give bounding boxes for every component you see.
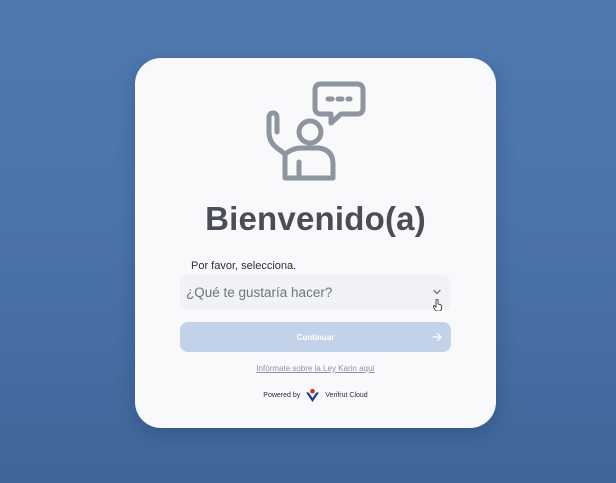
hand-cursor-icon — [433, 299, 442, 311]
action-select[interactable]: ¿Qué te gustaría hacer? — [180, 275, 450, 310]
verifrut-logo-icon — [306, 388, 320, 402]
person-speaking-icon — [266, 81, 366, 181]
select-placeholder: ¿Qué te gustaría hacer? — [186, 285, 333, 300]
continue-button-label: Continuar — [296, 332, 335, 342]
arrow-right-icon — [432, 332, 442, 342]
welcome-card: Bienvenido(a) Por favor, selecciona. ¿Qu… — [135, 58, 496, 428]
page-title: Bienvenido(a) — [205, 200, 426, 237]
brand-name: Verifrut Cloud — [325, 392, 368, 399]
powered-by-text: Powered by — [263, 392, 301, 399]
powered-by-footer: Powered by Verifrut Cloud — [135, 388, 496, 403]
ley-karin-info-link[interactable]: Infórmate sobre la Ley Karin aquí — [135, 364, 496, 373]
select-prompt-label: Por favor, selecciona. — [191, 260, 297, 272]
continue-button[interactable]: Continuar — [180, 322, 451, 352]
chevron-down-icon — [433, 289, 441, 295]
